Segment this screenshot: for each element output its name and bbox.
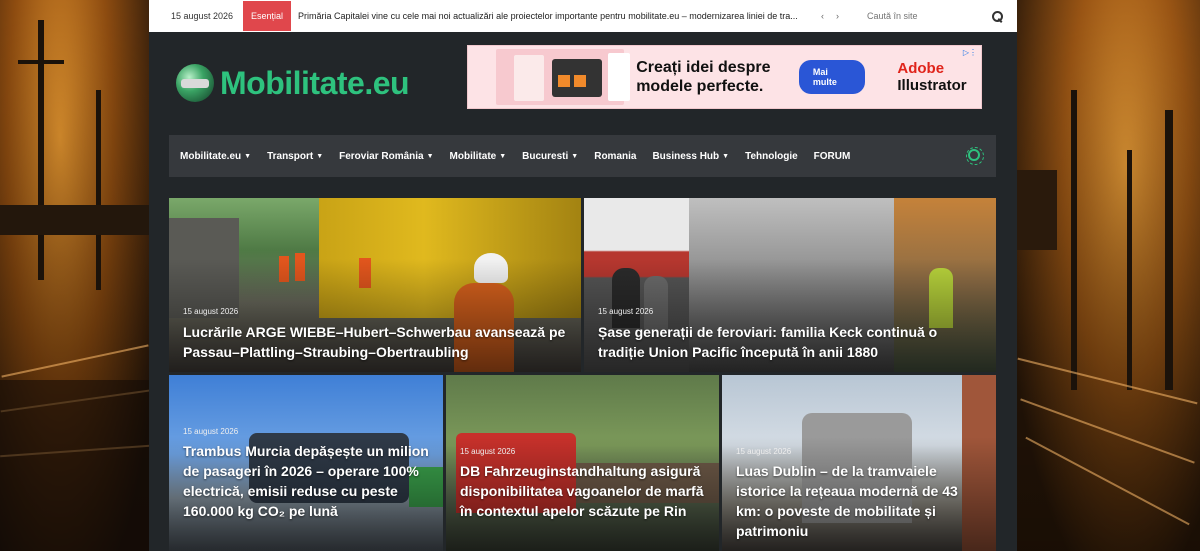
article-title[interactable]: DB Fahrzeuginstandhaltung asigură dispon… <box>460 461 705 521</box>
chevron-down-icon: ▼ <box>499 152 507 160</box>
chevron-right-icon[interactable]: › <box>836 11 839 21</box>
search-icon[interactable] <box>991 10 1003 22</box>
nav-label: Romania <box>594 150 637 162</box>
nav-item-feroviar-romania[interactable]: Feroviar România ▼ <box>339 151 433 162</box>
article-date: 15 august 2026 <box>460 447 516 456</box>
ad-brand: Adobe Illustrator <box>897 60 981 94</box>
nav-item-tehnologie[interactable]: Tehnologie <box>745 151 798 162</box>
nav-item-business-hub[interactable]: Business Hub ▼ <box>652 151 729 162</box>
ad-banner[interactable]: Creați idei despre modele perfecte. Mai … <box>467 45 982 109</box>
background-railway-left <box>0 0 150 551</box>
chevron-down-icon: ▼ <box>426 152 434 160</box>
article-date: 15 august 2026 <box>736 447 792 456</box>
top-bar: 15 august 2026 Esențial Primăria Capital… <box>149 0 1017 32</box>
chevron-down-icon: ▼ <box>316 152 324 160</box>
nav-label: FORUM <box>813 150 851 162</box>
ad-more-button[interactable]: Mai multe <box>798 60 866 94</box>
ticker-controls: ‹ › <box>811 11 867 21</box>
article-card[interactable]: 15 august 2026 Lucrările ARGE WIEBE–Hube… <box>169 198 581 372</box>
article-card[interactable]: 15 august 2026 Luas Dublin – de la tramv… <box>722 375 996 551</box>
background-railway-right <box>1015 0 1200 551</box>
nav-item-mobilitate-eu[interactable]: Mobilitate.eu ▼ <box>180 151 251 162</box>
nav-item-forum[interactable]: FORUM <box>814 151 851 162</box>
nav-label: Transport <box>267 150 314 162</box>
ad-brand-line2: Illustrator <box>897 77 967 94</box>
chevron-down-icon: ▼ <box>722 152 730 160</box>
ad-choices-icon[interactable]: ▷⋮ <box>963 48 977 57</box>
article-title[interactable]: Trambus Murcia depășește un milion de pa… <box>183 441 429 521</box>
news-ticker[interactable]: Primăria Capitalei vine cu cele mai noi … <box>291 11 811 21</box>
nav-item-mobilitate[interactable]: Mobilitate ▼ <box>450 151 507 162</box>
nav-item-bucuresti[interactable]: Bucuresti ▼ <box>522 151 578 162</box>
ad-headline: Creați idei despre modele perfecte. <box>636 59 771 95</box>
current-date: 15 august 2026 <box>171 11 234 21</box>
nav-label: Feroviar România <box>339 150 424 162</box>
nav-label: Tehnologie <box>745 150 798 162</box>
nav-label: Mobilitate.eu <box>180 150 242 162</box>
article-title[interactable]: Luas Dublin – de la tramvaiele istorice … <box>736 461 982 541</box>
article-card[interactable]: 15 august 2026 Șase generații de ferovia… <box>584 198 996 372</box>
nav-item-romania[interactable]: Romania <box>594 151 636 162</box>
nav-label: Mobilitate <box>449 150 497 162</box>
logo-text: Mobilitate.eu <box>220 64 410 101</box>
site-container: 15 august 2026 Esențial Primăria Capital… <box>149 0 1017 551</box>
article-card[interactable]: 15 august 2026 DB Fahrzeuginstandhaltung… <box>446 375 719 551</box>
chevron-down-icon: ▼ <box>244 152 252 160</box>
article-date: 15 august 2026 <box>598 307 654 316</box>
ad-brand-line1: Adobe <box>897 60 945 77</box>
chevron-down-icon: ▼ <box>571 152 579 160</box>
article-date: 15 august 2026 <box>183 307 239 316</box>
site-logo[interactable]: Mobilitate.eu <box>176 64 410 102</box>
article-title[interactable]: Lucrările ARGE WIEBE–Hubert–Schwerbau av… <box>183 322 567 362</box>
nav-label: Business Hub <box>652 150 720 162</box>
breaking-badge: Esențial <box>243 1 292 31</box>
article-card[interactable]: 15 august 2026 Trambus Murcia depășește … <box>169 375 443 551</box>
article-date: 15 august 2026 <box>183 427 239 436</box>
chevron-left-icon[interactable]: ‹ <box>821 11 824 21</box>
globe-train-logo-icon <box>176 64 214 102</box>
search-box <box>867 0 1003 32</box>
theme-toggle-sun-icon[interactable] <box>966 147 984 165</box>
nav-item-transport[interactable]: Transport ▼ <box>267 151 323 162</box>
main-navigation: Mobilitate.eu ▼ Transport ▼ Feroviar Român… <box>169 135 996 177</box>
site-header: Mobilitate.eu Creați idei despre modele … <box>149 32 1017 135</box>
nav-label: Bucuresti <box>522 150 569 162</box>
ad-illustration <box>496 49 630 105</box>
article-title[interactable]: Șase generații de feroviari: familia Kec… <box>598 322 982 362</box>
search-input[interactable] <box>867 11 967 21</box>
